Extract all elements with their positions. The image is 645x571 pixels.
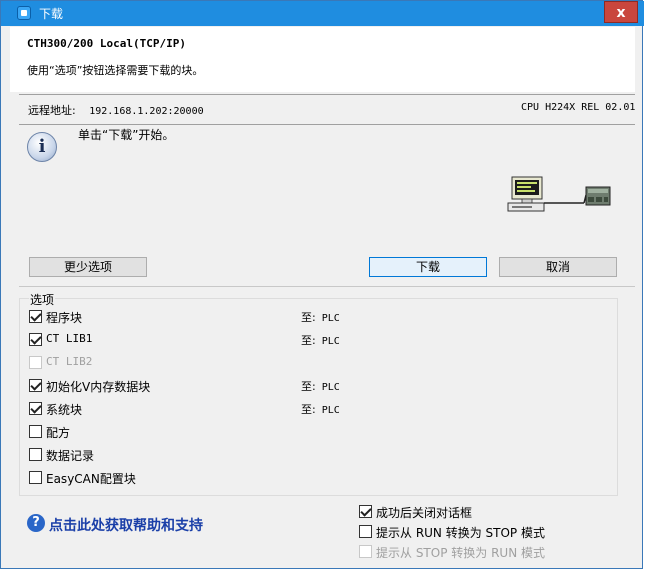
header-panel: CTH300/200 Local(TCP/IP) 使用“选项”按钮选择需要下载的… <box>10 27 635 92</box>
cancel-button[interactable]: 取消 <box>499 257 617 277</box>
option-label: 成功后关闭对话框 <box>376 506 473 520</box>
option-target: 至: PLC <box>301 332 340 348</box>
target-value: PLC <box>321 336 340 347</box>
option-label: EasyCAN配置块 <box>46 472 136 486</box>
target-value: PLC <box>321 313 340 324</box>
checkbox <box>29 356 42 369</box>
window-title: 下载 <box>39 7 64 21</box>
option-label: CT LIB1 <box>46 332 93 345</box>
info-icon: i <box>27 132 57 162</box>
checkbox[interactable] <box>29 448 42 461</box>
app-icon <box>17 6 31 20</box>
option-label: 配方 <box>46 426 71 440</box>
option-target: 至: PLC <box>301 401 340 417</box>
remote-address-label: 远程地址: <box>28 104 76 117</box>
option-label: 提示从 STOP 转换为 RUN 模式 <box>376 546 545 560</box>
checkbox <box>359 545 372 558</box>
option-target: 至: PLC <box>301 309 340 325</box>
title-bar[interactable]: 下载 x <box>1 1 644 26</box>
device-title: CTH300/200 Local(TCP/IP) <box>27 37 186 50</box>
remote-address: 远程地址: 192.168.1.202:20000 <box>28 102 204 118</box>
checkbox[interactable] <box>29 425 42 438</box>
options-legend: 选项 <box>29 291 56 308</box>
pc-to-plc-connection-icon <box>507 176 611 212</box>
help-icon[interactable]: ? <box>27 514 45 532</box>
checkbox[interactable] <box>29 471 42 484</box>
help-link[interactable]: 点击此处获取帮助和支持 <box>49 515 203 535</box>
option-label: 数据记录 <box>46 449 95 463</box>
target-value: PLC <box>321 405 340 416</box>
checkbox[interactable] <box>359 525 372 538</box>
option-label: 初始化V内存数据块 <box>46 380 151 394</box>
remote-address-value: 192.168.1.202:20000 <box>89 106 204 117</box>
instruction-text: 单击“下载”开始。 <box>78 128 175 142</box>
separator <box>19 286 635 287</box>
close-button[interactable]: x <box>604 1 638 23</box>
option-label: 程序块 <box>46 311 83 325</box>
option-label: CT LIB2 <box>46 355 93 368</box>
options-group <box>19 298 618 496</box>
device-description: 使用“选项”按钮选择需要下载的块。 <box>27 64 204 77</box>
to-label: 至: <box>301 380 316 393</box>
separator <box>19 124 635 125</box>
checkbox[interactable] <box>359 505 372 518</box>
checkbox[interactable] <box>29 333 42 346</box>
target-value: PLC <box>321 382 340 393</box>
fewer-options-button[interactable]: 更少选项 <box>29 257 147 277</box>
checkbox[interactable] <box>29 379 42 392</box>
to-label: 至: <box>301 311 316 324</box>
to-label: 至: <box>301 403 316 416</box>
separator <box>19 94 635 95</box>
option-target: 至: PLC <box>301 378 340 394</box>
cpu-info: CPU H224X REL 02.01 <box>521 102 636 113</box>
checkbox[interactable] <box>29 310 42 323</box>
checkbox[interactable] <box>29 402 42 415</box>
option-label: 系统块 <box>46 403 83 417</box>
option-label: 提示从 RUN 转换为 STOP 模式 <box>376 526 545 540</box>
to-label: 至: <box>301 334 316 347</box>
download-button[interactable]: 下载 <box>369 257 487 277</box>
download-dialog: 下载 x CTH300/200 Local(TCP/IP) 使用“选项”按钮选择… <box>0 0 644 569</box>
